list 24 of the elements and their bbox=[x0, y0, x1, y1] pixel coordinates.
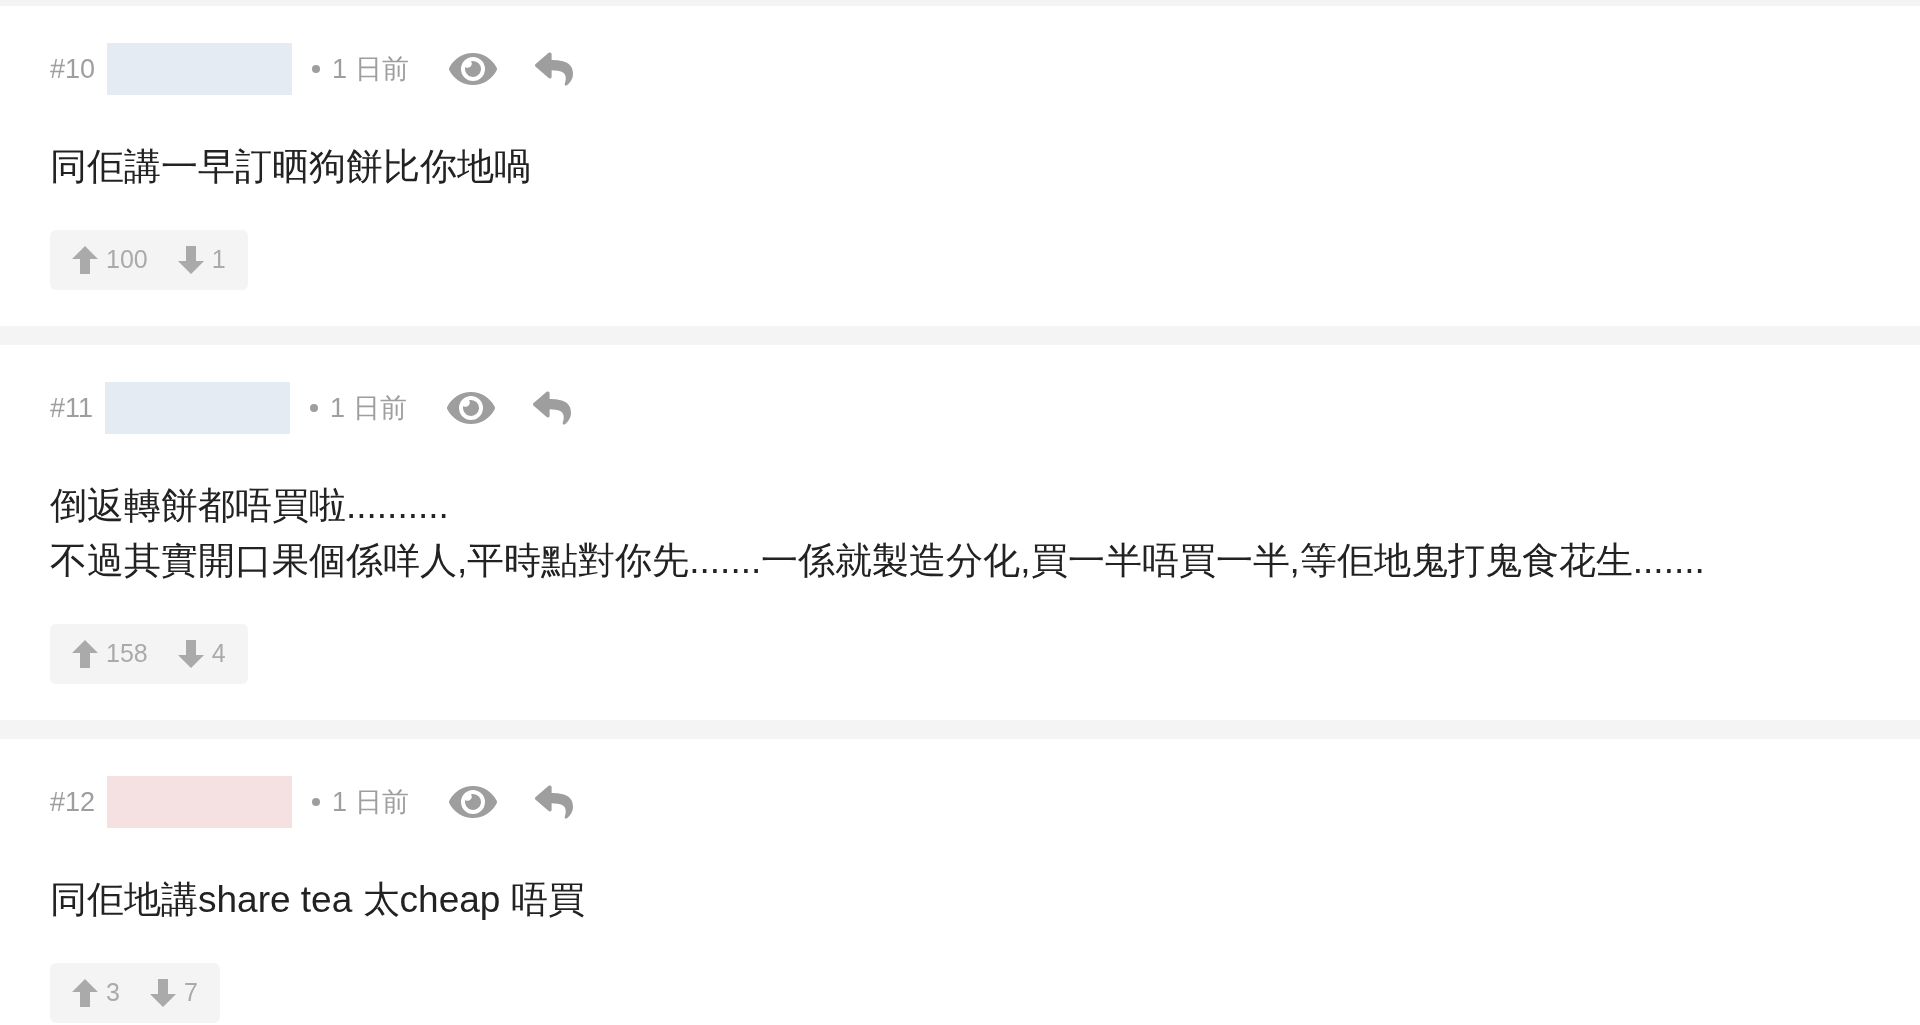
reply-icon[interactable] bbox=[534, 50, 573, 88]
downvote-button[interactable]: 4 bbox=[177, 635, 226, 673]
upvote-button[interactable]: 100 bbox=[72, 241, 148, 279]
up-arrow-icon bbox=[72, 640, 98, 668]
upvote-button[interactable]: 158 bbox=[72, 635, 148, 673]
post-body: 同佢講一早訂晒狗餅比你地喎 bbox=[50, 145, 532, 189]
post-time: 1 日前 bbox=[332, 52, 409, 86]
downvote-button[interactable]: 1 bbox=[177, 241, 226, 279]
reply-icon[interactable] bbox=[532, 389, 571, 427]
post-body: 同佢地講share tea 太cheap 唔買 bbox=[50, 878, 586, 922]
down-arrow-icon bbox=[177, 246, 204, 274]
post-number: #12 bbox=[50, 785, 96, 819]
post-time: 1 日前 bbox=[332, 785, 409, 819]
post-body: 倒返轉餅都唔買啦.......... 不過其實開口果個係咩人,平時點對你先.......一係就製造分化,買一半唔買一半,等佢地鬼打鬼食花生....... bbox=[50, 484, 1706, 583]
upvote-button[interactable]: 3 bbox=[72, 974, 120, 1012]
down-arrow-icon bbox=[177, 640, 204, 668]
down-arrow-icon bbox=[149, 979, 176, 1007]
downvote-button[interactable]: 7 bbox=[149, 974, 198, 1012]
up-arrow-icon bbox=[72, 979, 98, 1007]
up-arrow-icon bbox=[72, 246, 98, 274]
post-time: 1 日前 bbox=[330, 391, 407, 425]
post-number: #10 bbox=[50, 52, 96, 86]
reply-icon[interactable] bbox=[534, 783, 573, 821]
post-number: #11 bbox=[50, 391, 94, 425]
